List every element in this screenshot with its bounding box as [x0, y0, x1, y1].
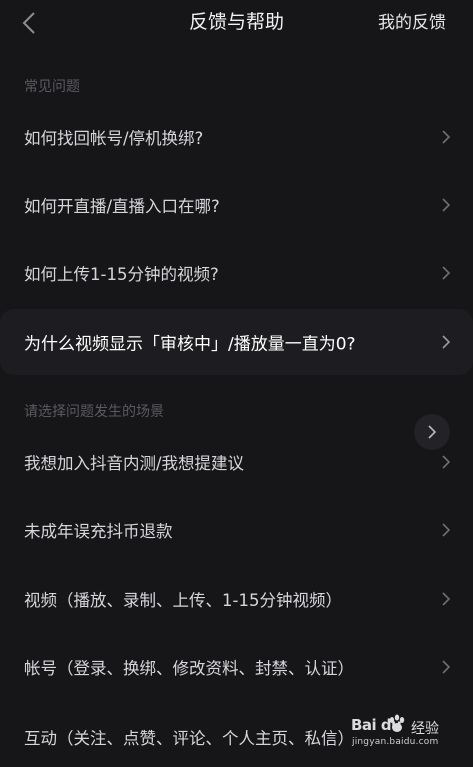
scenario-item-label: 我想加入抖音内测/我想提建议 [24, 454, 245, 473]
chevron-right-icon [441, 659, 451, 675]
my-feedback-link[interactable]: 我的反馈 [378, 10, 446, 36]
chevron-right-icon [441, 334, 451, 350]
scenario-item-label: 未成年误充抖币退款 [24, 522, 173, 541]
faq-item-live-entry[interactable]: 如何开直播/直播入口在哪? [0, 177, 473, 233]
faq-item-label: 如何开直播/直播入口在哪? [24, 197, 220, 216]
faq-section-label: 常见问题 [24, 79, 80, 95]
faq-item-label: 如何找回帐号/停机换绑? [24, 129, 204, 148]
faq-item-recover-account[interactable]: 如何找回帐号/停机换绑? [0, 109, 473, 165]
watermark-url: jingyan.baidu.com [352, 737, 439, 747]
nav-bar: 反馈与帮助 我的反馈 [0, 0, 473, 46]
watermark-suffix: 经验 [411, 721, 439, 737]
chevron-right-icon [441, 454, 451, 470]
faq-item-upload-video[interactable]: 如何上传1-15分钟的视频? [0, 245, 473, 301]
chevron-right-icon [441, 522, 451, 538]
faq-item-under-review[interactable]: 为什么视频显示「审核中」/播放量一直为0? [0, 309, 473, 375]
paw-icon [389, 714, 405, 732]
baidu-jingyan-watermark: Bai du 经验 jingyan.baidu.com [351, 712, 456, 756]
scenario-item-beta-suggestion[interactable]: 我想加入抖音内测/我想提建议 [0, 434, 473, 490]
faq-item-label: 如何上传1-15分钟的视频? [24, 265, 219, 284]
scenario-item-minor-refund[interactable]: 未成年误充抖币退款 [0, 502, 473, 558]
chevron-right-icon [441, 265, 451, 281]
scenario-item-video[interactable]: 视频（播放、录制、上传、1-15分钟视频） [0, 571, 473, 627]
faq-item-label: 为什么视频显示「审核中」/播放量一直为0? [24, 334, 356, 355]
scenario-section-label: 请选择问题发生的场景 [24, 404, 164, 420]
scenario-item-label: 帐号（登录、换绑、修改资料、封禁、认证） [24, 659, 354, 678]
chevron-right-icon [441, 197, 451, 213]
scenario-item-account[interactable]: 帐号（登录、换绑、修改资料、封禁、认证） [0, 639, 473, 695]
scenario-item-label: 视频（播放、录制、上传、1-15分钟视频） [24, 591, 342, 610]
chevron-right-icon [441, 129, 451, 145]
chevron-right-icon [441, 591, 451, 607]
scenario-item-label: 互动（关注、点赞、评论、个人主页、私信） [24, 729, 354, 748]
